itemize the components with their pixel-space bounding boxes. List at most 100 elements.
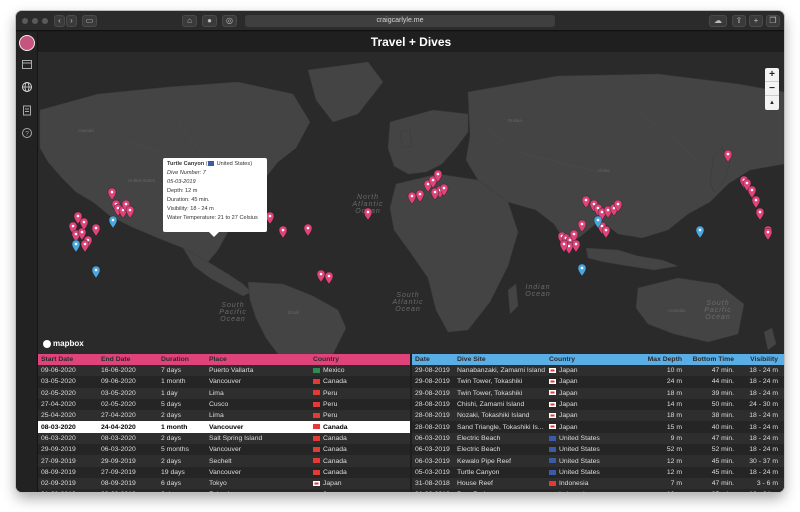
help-icon[interactable]: ?	[21, 127, 33, 139]
share-icon[interactable]: ⇪	[732, 15, 746, 27]
mapbox-logo[interactable]: mapbox	[43, 339, 84, 348]
home-icon[interactable]: ⌂	[182, 15, 197, 27]
travel-marker[interactable]	[430, 187, 440, 201]
travel-marker[interactable]	[91, 223, 101, 237]
compass-button[interactable]: ▲	[765, 96, 779, 110]
dive-column-header[interactable]: Date	[412, 354, 454, 365]
dive-country-cell-text: United States	[559, 457, 600, 465]
dive-table-row[interactable]: 31-08-2018 Pura Ped Indonesia 16 m 35 min. 18…	[412, 489, 784, 492]
back-icon[interactable]: ‹	[54, 15, 65, 27]
dive-date-cell-text: 29-08-2019	[415, 389, 450, 397]
travel-marker[interactable]	[265, 211, 275, 225]
dive-column-header[interactable]: Dive Site	[454, 354, 546, 365]
bottom-time-cell-text: 40 min.	[711, 423, 734, 431]
travel-marker[interactable]	[363, 207, 373, 221]
travel-table-row[interactable]: 31-08-2019 02-09-2019 2 days Fukuoka Japan	[38, 489, 410, 492]
travel-marker[interactable]	[415, 189, 425, 203]
travel-column-header[interactable]: Country	[310, 354, 410, 365]
travel-marker[interactable]	[107, 187, 117, 201]
dive-column-header[interactable]: Country	[546, 354, 638, 365]
dive-table-row[interactable]: 31-08-2018 House Reef Indonesia 7 m 47 min. 3…	[412, 477, 784, 490]
travel-marker-dot	[281, 228, 285, 232]
dive-table-row[interactable]: 28-08-2019 Chishi, Zamami Island Japan 14 m…	[412, 398, 784, 411]
avatar[interactable]	[19, 35, 35, 51]
travel-table-row[interactable]: 08-09-2019 27-09-2019 19 days Vancouver Cana…	[38, 466, 410, 478]
dive-table-row[interactable]: 29-08-2019 Twin Tower, Tokashiki Japan 24 m…	[412, 376, 784, 388]
globe-icon[interactable]	[21, 81, 33, 93]
travel-marker-dot	[596, 206, 600, 210]
travel-table-row[interactable]: 27-04-2020 02-05-2020 5 days Cusco Peru	[38, 398, 410, 411]
zoom-in-button[interactable]: +	[765, 68, 779, 82]
travel-marker[interactable]	[278, 225, 288, 239]
dive-marker[interactable]	[695, 225, 705, 239]
travel-column-header[interactable]: Start Date	[38, 354, 98, 365]
travel-table-row[interactable]: 02-05-2020 03-05-2020 1 day Lima Peru	[38, 387, 410, 399]
dive-table-row[interactable]: 05-03-2019 Turtle Canyon United States 12 m…	[412, 466, 784, 478]
dive-table-row[interactable]: 28-08-2019 Nozaki, Tokashiki Island Japan 1…	[412, 410, 784, 422]
dive-column-header[interactable]: Max Depth	[638, 354, 688, 365]
zoom-out-button[interactable]: −	[765, 82, 779, 96]
travel-table-row[interactable]: 09-06-2020 16-06-2020 7 days Puerto Vallart…	[38, 365, 410, 377]
dive-table-row[interactable]: 29-08-2019 Twin Tower, Tokashiki Japan 18 m…	[412, 387, 784, 399]
travel-table-row[interactable]: 08-03-2020 24-04-2020 1 month Vancouver Cana…	[38, 421, 410, 433]
shield-icon[interactable]: ●	[202, 15, 217, 27]
travel-table-row[interactable]: 03-05-2020 09-06-2020 1 month Vancouver Cana…	[38, 376, 410, 388]
travel-marker[interactable]	[723, 149, 733, 163]
clipboard-icon[interactable]	[21, 104, 33, 116]
world-map[interactable]: Canada United States Russia China Austra…	[38, 52, 784, 354]
travel-table-row[interactable]: 29-09-2019 06-03-2020 5 months Vancouver Can…	[38, 444, 410, 456]
dive-column-header[interactable]: Visibility	[740, 354, 784, 365]
place-cell: Cusco	[206, 398, 310, 411]
travel-marker-dot	[584, 198, 588, 202]
dive-table-row[interactable]: 06-03-2019 Electric Beach United States 9 m…	[412, 432, 784, 445]
calendar-icon[interactable]	[21, 58, 33, 70]
dive-column-header[interactable]: Bottom Time	[688, 354, 740, 365]
travel-table-row[interactable]: 02-09-2019 08-09-2019 6 days Tokyo Japan	[38, 477, 410, 490]
close-window-button[interactable]	[22, 18, 28, 24]
travel-marker[interactable]	[80, 239, 90, 253]
start-date-cell: 25-04-2020	[38, 410, 98, 422]
end-date-cell: 27-04-2020	[98, 410, 158, 422]
dive-country-cell-text: Indonesia	[559, 480, 589, 488]
address-bar[interactable]: craigcarlyle.me	[245, 15, 555, 27]
duration-cell: 1 month	[158, 376, 206, 388]
dive-marker[interactable]	[71, 239, 81, 253]
forward-icon[interactable]: ›	[66, 15, 77, 27]
travel-marker[interactable]	[763, 227, 773, 241]
bottom-time-cell: 44 min.	[688, 376, 740, 388]
travel-column-header[interactable]: Place	[206, 354, 310, 365]
popup-duration: Duration: 45 min.	[167, 197, 210, 203]
travel-marker[interactable]	[755, 207, 765, 221]
travel-table-row[interactable]: 06-03-2020 08-03-2020 2 days Salt Spring Is…	[38, 432, 410, 445]
dive-marker[interactable]	[577, 263, 587, 277]
sidebar-toggle-icon[interactable]: ▭	[82, 15, 97, 27]
travel-marker[interactable]	[125, 205, 135, 219]
travel-column-header[interactable]: End Date	[98, 354, 158, 365]
dive-table-row[interactable]: 06-03-2019 Kewalo Pipe Reef United States 1…	[412, 455, 784, 467]
travel-table-row[interactable]: 27-09-2019 29-09-2019 2 days Sechelt Canada	[38, 455, 410, 467]
dive-table-row[interactable]: 06-03-2019 Electric Beach United States 52 …	[412, 444, 784, 456]
new-tab-icon[interactable]: +	[749, 15, 763, 27]
travel-table-row[interactable]: 25-04-2020 27-04-2020 2 days Lima Peru	[38, 410, 410, 422]
tab-overview-icon[interactable]: ❐	[766, 15, 780, 27]
globe-extension-icon[interactable]: ◎	[222, 15, 237, 27]
travel-marker-dot	[562, 242, 566, 246]
travel-marker[interactable]	[324, 271, 334, 285]
travel-marker[interactable]	[577, 219, 587, 233]
travel-column-header[interactable]: Duration	[158, 354, 206, 365]
dive-marker[interactable]	[91, 265, 101, 279]
travel-marker[interactable]	[751, 195, 761, 209]
dive-country-cell-text: Japan	[559, 389, 578, 397]
travel-marker[interactable]	[316, 269, 326, 283]
travel-marker[interactable]	[303, 223, 313, 237]
zoom-window-button[interactable]	[42, 18, 48, 24]
travel-marker[interactable]	[601, 225, 611, 239]
end-date-cell: 09-06-2020	[98, 376, 158, 388]
minimize-window-button[interactable]	[32, 18, 38, 24]
travel-marker[interactable]	[581, 195, 591, 209]
dive-marker[interactable]	[108, 215, 118, 229]
cloud-icon[interactable]: ☁	[709, 15, 727, 27]
dive-table-row[interactable]: 29-08-2019 Nanabanzaki, Zamami Island Japa…	[412, 365, 784, 377]
travel-marker[interactable]	[407, 191, 417, 205]
dive-table-row[interactable]: 28-08-2019 Sand Triangle, Tokashiki Is...…	[412, 421, 784, 433]
